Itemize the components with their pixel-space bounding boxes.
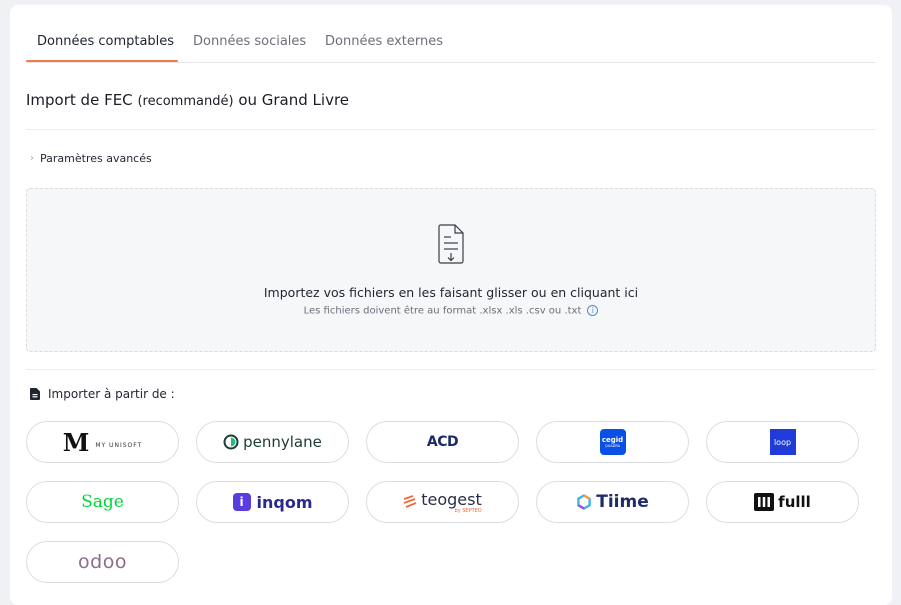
pennylane-logo-text: pennylane xyxy=(243,433,322,451)
inqom-logo-mark: i xyxy=(239,495,244,509)
loop-logo: loop xyxy=(769,429,796,455)
provider-tiime[interactable]: Tiime xyxy=(536,481,689,523)
dropzone-instruction: Importez vos fichiers en les faisant gli… xyxy=(263,285,639,300)
provider-odoo[interactable]: odoo xyxy=(26,541,179,583)
formats-text: Les fichiers doivent être au format .xls… xyxy=(303,305,582,317)
sage-logo-text: Sage xyxy=(81,492,124,512)
import-from-heading: Importer à partir de : xyxy=(30,387,175,401)
provider-sage[interactable]: Sage xyxy=(26,481,179,523)
provider-inqom[interactable]: i inqom xyxy=(196,481,349,523)
odoo-logo-text: odoo xyxy=(78,551,127,573)
title-main: Import de FEC xyxy=(26,91,133,109)
provider-acd[interactable]: ACD xyxy=(366,421,519,463)
info-icon[interactable]: i xyxy=(587,305,599,316)
myunisoft-logo-text: MY UNISOFT xyxy=(95,441,143,449)
title-recommended: (recommandé) xyxy=(137,94,234,109)
tab-bar: Données comptables Données sociales Donn… xyxy=(26,5,876,63)
teogest-logo-subtext: by SEPTEO xyxy=(454,507,482,514)
teogest-logo-wordmark: teogest by SEPTEO xyxy=(421,491,482,514)
active-tab-indicator xyxy=(26,60,178,62)
provider-loop[interactable]: loop xyxy=(706,421,859,463)
dropzone-formats: Les fichiers doivent être au format .xls… xyxy=(27,305,875,317)
provider-pennylane[interactable]: pennylane xyxy=(196,421,349,463)
document-icon xyxy=(30,388,40,400)
section-title: Import de FEC (recommandé) ou Grand Livr… xyxy=(26,91,349,109)
tab-donnees-comptables[interactable]: Données comptables xyxy=(37,34,174,49)
file-download-icon xyxy=(438,224,464,264)
provider-teogest[interactable]: teogest by SEPTEO xyxy=(366,481,519,523)
title-tail: ou Grand Livre xyxy=(238,91,350,109)
advanced-settings-toggle[interactable]: › Paramètres avancés xyxy=(30,152,152,165)
chevron-right-icon: › xyxy=(30,153,34,164)
tiime-logo-text: Tiime xyxy=(596,492,649,512)
import-from-label: Importer à partir de : xyxy=(48,387,175,401)
divider xyxy=(26,129,876,130)
cegid-logo-text: cegid xyxy=(601,435,624,444)
provider-grid: M MY UNISOFT pennylane ACD cegid QUADRA … xyxy=(26,421,866,585)
provider-fulll[interactable]: fulll xyxy=(706,481,859,523)
tiime-logo-icon xyxy=(577,494,592,510)
provider-cegid[interactable]: cegid QUADRA xyxy=(536,421,689,463)
teogest-logo-text: teogest xyxy=(421,489,482,509)
loop-logo-text: loop xyxy=(773,437,792,447)
pennylane-logo-icon xyxy=(223,434,239,450)
fulll-logo-text: fulll xyxy=(778,493,811,511)
cegid-logo-subtext: QUADRA xyxy=(604,443,621,448)
file-dropzone[interactable]: Importez vos fichiers en les faisant gli… xyxy=(26,188,876,352)
tab-donnees-sociales[interactable]: Données sociales xyxy=(193,34,306,49)
inqom-logo-text: inqom xyxy=(256,492,313,512)
tab-donnees-externes[interactable]: Données externes xyxy=(325,34,443,49)
teogest-logo-icon xyxy=(403,495,417,508)
inqom-logo-icon: i xyxy=(232,493,251,511)
advanced-settings-label: Paramètres avancés xyxy=(40,152,152,165)
fulll-logo-icon xyxy=(754,493,775,511)
import-card: Données comptables Données sociales Donn… xyxy=(10,5,892,605)
cegid-logo: cegid QUADRA xyxy=(599,429,626,455)
myunisoft-logo-mark: M xyxy=(62,427,90,457)
divider xyxy=(26,369,876,370)
provider-myunisoft[interactable]: M MY UNISOFT xyxy=(26,421,179,463)
acd-logo-text: ACD xyxy=(426,434,459,450)
